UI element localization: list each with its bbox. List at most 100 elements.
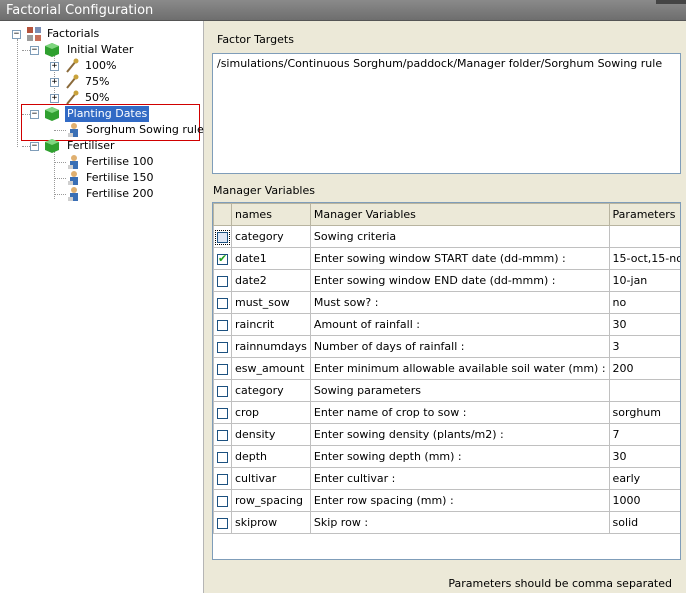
row-checkbox[interactable] xyxy=(217,495,228,507)
table-row[interactable]: skiprow Skip row : solid xyxy=(213,511,680,534)
row-checkbox-cell[interactable] xyxy=(213,379,232,402)
table-row[interactable]: depth Enter sowing depth (mm) :30 xyxy=(213,445,680,468)
variable-name[interactable]: row_spacing xyxy=(231,489,311,512)
row-checkbox-cell[interactable] xyxy=(213,269,232,292)
tree-node-fertilise-200[interactable]: Fertilise 200 xyxy=(66,186,196,202)
factor-targets-box[interactable]: /simulations/Continuous Sorghum/paddock/… xyxy=(212,53,681,174)
variable-parameter[interactable]: 7 xyxy=(608,423,680,446)
variable-parameter[interactable] xyxy=(608,379,680,402)
variable-name[interactable]: category xyxy=(231,379,311,402)
expand-toggle[interactable]: + xyxy=(50,94,59,103)
table-row[interactable]: crop Enter name of crop to sow : sorghum xyxy=(213,401,680,424)
row-checkbox-cell[interactable] xyxy=(213,423,232,446)
variable-description[interactable]: Enter sowing depth (mm) : xyxy=(309,445,610,468)
collapse-toggle[interactable]: − xyxy=(12,30,21,39)
variable-description[interactable]: Amount of rainfall : xyxy=(309,313,610,336)
table-row[interactable]: esw_amount Enter minimum allowable availa… xyxy=(213,357,680,380)
variable-description[interactable]: Sowing parameters xyxy=(309,379,610,402)
table-row[interactable]: category Sowing parameters xyxy=(213,379,680,402)
variable-description[interactable]: Enter name of crop to sow : xyxy=(309,401,610,424)
row-checkbox-cell[interactable] xyxy=(213,225,232,248)
variable-name[interactable]: date2 xyxy=(231,269,311,292)
row-checkbox-cell[interactable] xyxy=(213,291,232,314)
variable-parameter[interactable]: 1000 xyxy=(608,489,680,512)
variable-description[interactable]: Enter cultivar : xyxy=(309,467,610,490)
variable-description[interactable]: Skip row : xyxy=(309,511,610,534)
expand-toggle[interactable]: + xyxy=(50,62,59,71)
variable-name[interactable]: must_sow xyxy=(231,291,311,314)
tree-node-water-75[interactable]: + 75% xyxy=(48,74,188,90)
factor-target-path[interactable]: /simulations/Continuous Sorghum/paddock/… xyxy=(217,57,662,70)
row-checkbox[interactable] xyxy=(217,473,228,485)
row-checkbox[interactable] xyxy=(217,451,228,463)
variable-parameter[interactable]: sorghum xyxy=(608,401,680,424)
variable-parameter[interactable]: 30 xyxy=(608,445,680,468)
table-row[interactable]: density Enter sowing density (plants/m2) … xyxy=(213,423,680,446)
row-checkbox[interactable] xyxy=(217,363,228,375)
table-row[interactable]: category Sowing criteria xyxy=(213,225,680,248)
variable-parameter[interactable] xyxy=(608,225,680,248)
variable-name[interactable]: depth xyxy=(231,445,311,468)
row-checkbox[interactable] xyxy=(217,429,228,441)
collapse-toggle[interactable]: − xyxy=(30,110,39,119)
row-checkbox-cell[interactable] xyxy=(213,357,232,380)
variable-name[interactable]: skiprow xyxy=(231,511,311,534)
expand-toggle[interactable]: + xyxy=(50,78,59,87)
variable-name[interactable]: date1 xyxy=(231,247,311,270)
table-row[interactable]: date2 Enter sowing window END date (dd-mm… xyxy=(213,269,680,292)
variable-name[interactable]: density xyxy=(231,423,311,446)
variable-name[interactable]: cultivar xyxy=(231,467,311,490)
tree-node-sorghum-sowing-rule[interactable]: Sorghum Sowing rule xyxy=(66,122,204,138)
column-header-manager-variables[interactable]: Manager Variables xyxy=(309,203,610,226)
variable-name[interactable]: rainnumdays xyxy=(231,335,311,358)
variable-parameter[interactable]: 3 xyxy=(608,335,680,358)
tree-node-water-100[interactable]: + 100% xyxy=(48,58,188,74)
tree-node-fertiliser[interactable]: − Fertiliser xyxy=(30,138,190,154)
variable-parameter[interactable]: 15-oct,15-nov,15-dec xyxy=(608,247,680,270)
variable-description[interactable]: Enter sowing density (plants/m2) : xyxy=(309,423,610,446)
variable-parameter[interactable]: solid xyxy=(608,511,680,534)
collapse-toggle[interactable]: − xyxy=(30,142,39,151)
variable-description[interactable]: Enter sowing window START date (dd-mmm) … xyxy=(309,247,610,270)
variable-description[interactable]: Must sow? : xyxy=(309,291,610,314)
variable-name[interactable]: category xyxy=(231,225,311,248)
variable-description[interactable]: Enter minimum allowable available soil w… xyxy=(309,357,610,380)
tree-node-fertilise-100[interactable]: Fertilise 100 xyxy=(66,154,196,170)
row-checkbox-cell[interactable] xyxy=(213,335,232,358)
variable-parameter[interactable]: early xyxy=(608,467,680,490)
variable-parameter[interactable]: 200 xyxy=(608,357,680,380)
manager-variables-grid[interactable]: names Manager Variables Parameters categ… xyxy=(212,202,681,560)
row-checkbox[interactable] xyxy=(217,407,228,419)
factorials-tree[interactable]: − Factorials − Initial Water + 100% + 75… xyxy=(0,21,204,593)
row-checkbox[interactable] xyxy=(217,517,228,529)
row-checkbox-cell[interactable] xyxy=(213,445,232,468)
tree-node-fertilise-150[interactable]: Fertilise 150 xyxy=(66,170,196,186)
table-row[interactable]: rainnumdays Number of days of rainfall :3 xyxy=(213,335,680,358)
row-checkbox-cell[interactable] xyxy=(213,247,232,270)
collapse-toggle[interactable]: − xyxy=(30,46,39,55)
row-checkbox[interactable] xyxy=(217,385,228,397)
column-header-names[interactable]: names xyxy=(231,203,311,226)
row-checkbox[interactable] xyxy=(217,275,228,287)
row-checkbox-cell[interactable] xyxy=(213,489,232,512)
variable-description[interactable]: Number of days of rainfall : xyxy=(309,335,610,358)
table-row[interactable]: must_sow Must sow? : no xyxy=(213,291,680,314)
variable-description[interactable]: Sowing criteria xyxy=(309,225,610,248)
tree-node-initial-water[interactable]: − Initial Water xyxy=(30,42,200,58)
row-checkbox[interactable] xyxy=(215,229,230,245)
variable-parameter[interactable]: 10-jan xyxy=(608,269,680,292)
table-row[interactable]: raincrit Amount of rainfall :30 xyxy=(213,313,680,336)
row-checkbox-cell[interactable] xyxy=(213,467,232,490)
variable-name[interactable]: crop xyxy=(231,401,311,424)
variable-parameter[interactable]: 30 xyxy=(608,313,680,336)
variable-name[interactable]: esw_amount xyxy=(231,357,311,380)
row-checkbox-cell[interactable] xyxy=(213,313,232,336)
table-row[interactable]: date1Enter sowing window START date (dd-… xyxy=(213,247,680,270)
table-row[interactable]: row_spacing Enter row spacing (mm) :1000 xyxy=(213,489,680,512)
table-row[interactable]: cultivar Enter cultivar : early xyxy=(213,467,680,490)
tree-node-planting-dates[interactable]: − Planting Dates xyxy=(30,106,190,122)
row-checkbox-cell[interactable] xyxy=(213,511,232,534)
row-checkbox[interactable] xyxy=(217,319,228,331)
variable-description[interactable]: Enter row spacing (mm) : xyxy=(309,489,610,512)
row-checkbox[interactable] xyxy=(217,297,228,309)
